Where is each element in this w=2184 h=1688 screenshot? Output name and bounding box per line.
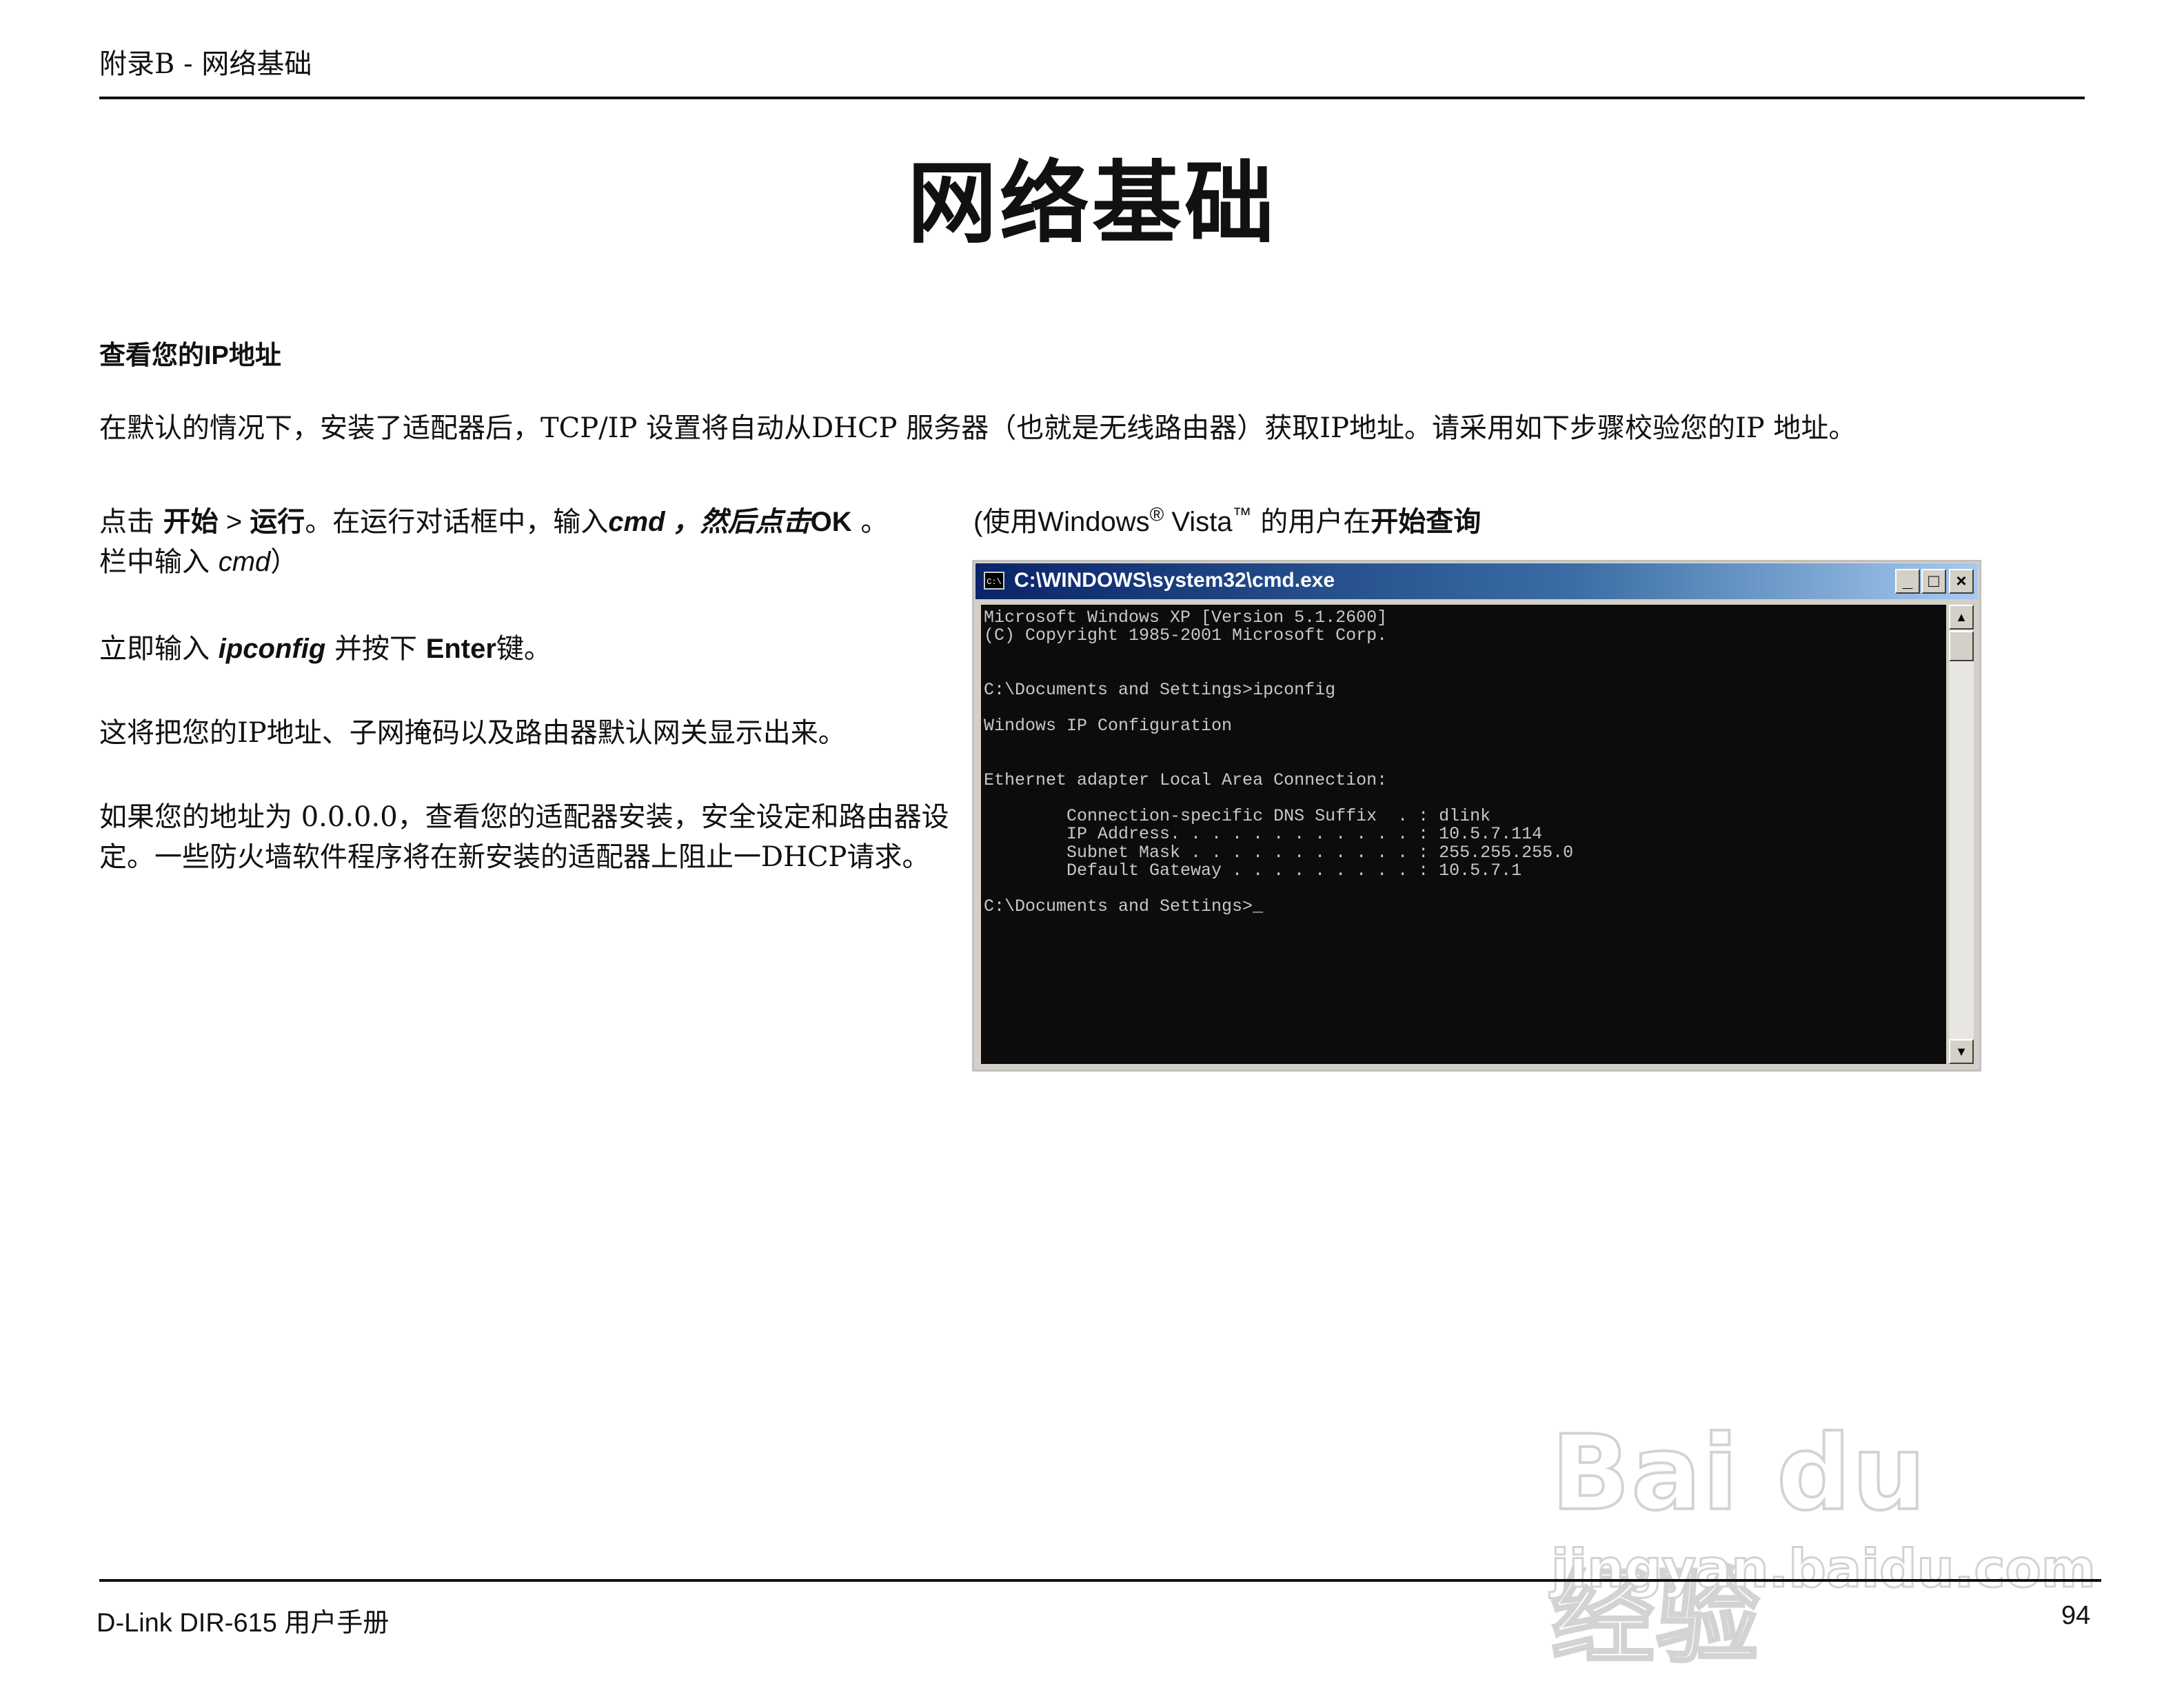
step2-text: 立即输入 bbox=[99, 633, 219, 665]
ipconfig-keyword: ipconfig bbox=[218, 634, 326, 664]
minimize-icon: _ bbox=[1895, 569, 1920, 594]
vista-note-text: (使用Windows bbox=[973, 507, 1150, 537]
cmd-titlebar: C:\ C:\WINDOWS\system32\cmd.exe _ □ × bbox=[975, 563, 1978, 599]
footer-divider bbox=[99, 1579, 2101, 1582]
start-menu-label: 开始 bbox=[163, 507, 219, 537]
section-heading: 查看您的IP地址 bbox=[99, 341, 281, 370]
step-type-ipconfig: 立即输入 ipconfig 并按下 Enter键。 bbox=[99, 629, 954, 669]
watermark-url: jingyan.baidu.com bbox=[1550, 1537, 2097, 1600]
running-header: 附录B - 网络基础 bbox=[99, 48, 312, 80]
step-result-description: 这将把您的IP地址、子网掩码以及路由器默认网关显示出来。 bbox=[99, 717, 846, 749]
console-output: Microsoft Windows XP [Version 5.1.2600] … bbox=[984, 607, 1574, 917]
close-icon: × bbox=[1949, 569, 1974, 594]
step1-arrow: > bbox=[218, 507, 250, 537]
maximize-icon: □ bbox=[1921, 569, 1946, 594]
page-number: 94 bbox=[2061, 1601, 2091, 1630]
step2-text: 并按下 bbox=[325, 633, 426, 665]
console-scrollbar: ▲ ▼ bbox=[1949, 605, 1974, 1064]
step1-text: 。 bbox=[851, 506, 889, 538]
ok-keyword: OK bbox=[810, 507, 852, 537]
intro-paragraph: 在默认的情况下，安装了适配器后，TCP/IP 设置将自动从DHCP 服务器（也就… bbox=[99, 412, 1857, 444]
run-menu-label: 运行 bbox=[250, 507, 305, 537]
cmd-console: Microsoft Windows XP [Version 5.1.2600] … bbox=[981, 605, 1946, 1064]
cmd-app-icon: C:\ bbox=[984, 572, 1004, 590]
cmd-window-title: C:\WINDOWS\system32\cmd.exe bbox=[1014, 569, 1335, 592]
registered-mark: ® bbox=[1149, 503, 1164, 525]
step-open-cmd-vista-note: (使用Windows® Vista™ 的用户在开始查询 bbox=[973, 502, 1481, 542]
scrollbar-thumb bbox=[1949, 631, 1974, 661]
start-search-label: 开始查询 bbox=[1371, 507, 1482, 537]
cmd-keyword: cmd ，然后点击 bbox=[608, 507, 811, 537]
enter-key-label: Enter bbox=[425, 634, 496, 664]
baidu-watermark: Bai du 经验 jingyan.baidu.com bbox=[1550, 1365, 2096, 1679]
page-title: 网络基础 bbox=[907, 151, 1277, 256]
cmd-window-screenshot: C:\ C:\WINDOWS\system32\cmd.exe _ □ × Mi… bbox=[972, 560, 1981, 1072]
header-divider bbox=[99, 97, 2085, 99]
vista-note-text: 的用户在 bbox=[1251, 506, 1371, 538]
scroll-up-icon: ▲ bbox=[1949, 605, 1974, 630]
step2-text: 键。 bbox=[496, 633, 552, 665]
step-open-cmd: 点击 开始 > 运行。在运行对话框中，输入cmd ，然后点击OK 。 栏中输入 … bbox=[99, 502, 954, 582]
step1-text: ） bbox=[270, 546, 299, 578]
vista-note-text: Vista bbox=[1164, 507, 1233, 537]
footer-text: D-Link DIR-615 用户手册 bbox=[97, 1609, 390, 1638]
step1-text: 。在运行对话框中，输入 bbox=[305, 506, 609, 538]
scroll-down-icon: ▼ bbox=[1949, 1039, 1974, 1064]
trademark-mark: ™ bbox=[1232, 503, 1252, 525]
step-troubleshoot: 如果您的地址为 0.0.0.0，查看您的适配器安装，安全设定和路由器设定。一些防… bbox=[99, 801, 949, 873]
step1-text: 点击 bbox=[99, 506, 163, 538]
footer-manual-name: D-Link DIR-615 用户手册 bbox=[97, 1601, 389, 1639]
cmd-keyword-vista: cmd bbox=[218, 547, 271, 577]
step1-text: 栏中输入 bbox=[99, 546, 219, 578]
